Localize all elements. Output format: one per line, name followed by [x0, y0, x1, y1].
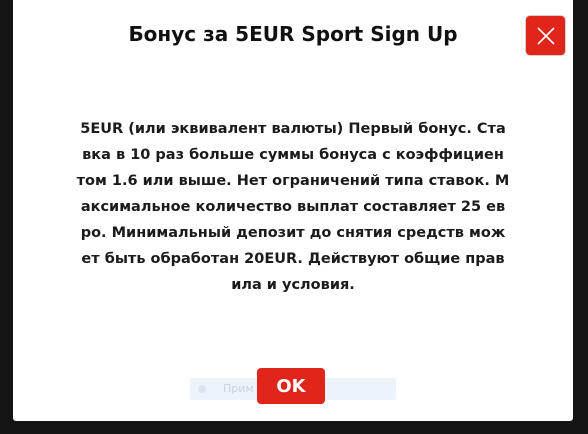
bonus-dialog: Бонус за 5EUR Sport Sign Up 5EUR (или эк… [13, 0, 573, 421]
faded-icon [198, 385, 206, 393]
description-line: аксимальное количество выплат составляет… [80, 199, 506, 215]
description-line: ро. Минимальный депозит до снятия средст… [80, 225, 506, 241]
dialog-title: Бонус за 5EUR Sport Sign Up [128, 22, 458, 46]
description-line: том 1.6 или выше. Нет ограничений типа с… [76, 173, 510, 189]
description-line: 5EUR (или эквивалент валюты) Первый бону… [80, 121, 506, 137]
description-line: ила и условия. [231, 277, 355, 293]
description-line: вка в 10 раз больше суммы бонуса с коэфф… [82, 147, 504, 163]
description-line: ет быть обработан 20EUR. Действуют общие… [81, 251, 505, 267]
faded-label: Прим [223, 382, 254, 395]
bonus-description: 5EUR (или эквивалент валюты) Первый бону… [63, 116, 523, 298]
close-button[interactable] [526, 16, 565, 55]
ok-button[interactable]: OK [257, 368, 325, 404]
close-icon [536, 26, 555, 45]
